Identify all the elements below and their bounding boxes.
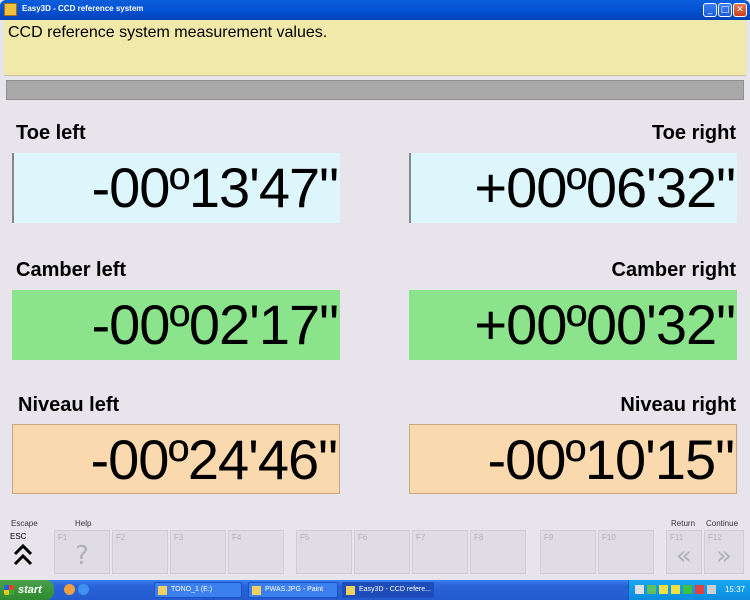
return-caption: Return: [671, 519, 696, 528]
tray-icon[interactable]: [635, 585, 644, 594]
folder-icon: [158, 586, 167, 595]
continue-caption: Continue: [706, 519, 739, 528]
f3-label: F3: [174, 533, 184, 542]
window-title: Easy3D - CCD reference system: [22, 4, 144, 13]
task-label: PWAS.JPG - Paint: [265, 586, 324, 593]
tray-icon[interactable]: [647, 585, 656, 594]
start-button[interactable]: start: [0, 580, 54, 600]
firefox-icon[interactable]: [64, 584, 75, 595]
task-label: Easy3D - CCD refere...: [359, 586, 431, 593]
toe-left-label: Toe left: [16, 122, 86, 144]
tray-icon[interactable]: [683, 585, 692, 594]
taskbar-item-easy3d[interactable]: Easy3D - CCD refere...: [342, 582, 434, 598]
help-icon: ?: [75, 541, 89, 571]
niveau-right-label: Niveau right: [620, 394, 736, 416]
f8-label: F8: [474, 533, 484, 542]
toe-left-value: -00º13'47": [12, 153, 340, 223]
double-chevron-right-icon: »: [716, 541, 732, 571]
tray-icon[interactable]: [659, 585, 668, 594]
f5-label: F5: [300, 533, 310, 542]
niveau-left-label: Niveau left: [18, 394, 120, 416]
toe-right-value: +00º06'32": [409, 153, 737, 223]
speaker-icon[interactable]: [707, 585, 716, 594]
taskbar-item-tono[interactable]: TONO_1 (E:): [154, 582, 242, 598]
tray-icon[interactable]: [671, 585, 680, 594]
f6-button[interactable]: F6: [354, 530, 410, 574]
camber-right-label: Camber right: [611, 259, 736, 281]
clock: 15:37: [724, 585, 745, 594]
easy3d-icon: [346, 586, 355, 595]
taskbar-item-paint[interactable]: PWAS.JPG - Paint: [248, 582, 338, 598]
escape-caption: Escape: [11, 519, 38, 528]
f12-continue-button[interactable]: F12 »: [704, 530, 744, 574]
minimize-button[interactable]: _: [703, 3, 717, 17]
niveau-left-value: -00º24'46": [12, 424, 340, 494]
paint-icon: [252, 586, 261, 595]
camber-right-value: +00º00'32": [409, 290, 737, 360]
f1-help-button[interactable]: F1 ?: [54, 530, 110, 574]
f9-button[interactable]: F9: [540, 530, 596, 574]
f5-button[interactable]: F5: [296, 530, 352, 574]
status-bar: [6, 80, 744, 100]
windows-logo-icon: [4, 585, 14, 595]
f2-button[interactable]: F2: [112, 530, 168, 574]
escape-button[interactable]: ESC: [6, 530, 48, 574]
app-icon: [4, 3, 17, 16]
taskbar: start TONO_1 (E:) PWAS.JPG - Paint Easy3…: [0, 580, 750, 600]
task-label: TONO_1 (E:): [171, 586, 213, 593]
f9-label: F9: [544, 533, 554, 542]
f3-button[interactable]: F3: [170, 530, 226, 574]
help-caption: Help: [75, 519, 92, 528]
ie-icon[interactable]: [78, 584, 89, 595]
maximize-button[interactable]: □: [718, 3, 732, 17]
camber-left-label: Camber left: [16, 259, 127, 281]
camber-left-value: -00º02'17": [12, 290, 340, 360]
f6-label: F6: [358, 533, 368, 542]
title-bar: Easy3D - CCD reference system _ □ ✕: [0, 0, 750, 20]
f7-label: F7: [416, 533, 426, 542]
start-label: start: [18, 584, 42, 596]
f4-button[interactable]: F4: [228, 530, 284, 574]
system-tray: 15:37: [628, 580, 750, 600]
f8-button[interactable]: F8: [470, 530, 526, 574]
f4-label: F4: [232, 533, 242, 542]
double-chevron-left-icon: «: [676, 541, 692, 571]
message-panel: CCD reference system measurement values.: [4, 20, 746, 76]
f7-button[interactable]: F7: [412, 530, 468, 574]
close-button[interactable]: ✕: [733, 3, 747, 17]
toe-right-label: Toe right: [651, 122, 736, 144]
f11-return-button[interactable]: F11 «: [666, 530, 702, 574]
f10-button[interactable]: F10: [598, 530, 654, 574]
esc-key-label: ESC: [10, 532, 27, 541]
niveau-right-value: -00º10'15": [409, 424, 737, 494]
f10-label: F10: [602, 533, 616, 542]
tray-icon[interactable]: [695, 585, 704, 594]
double-chevron-up-icon: [13, 543, 33, 566]
f2-label: F2: [116, 533, 126, 542]
message-text: CCD reference system measurement values.: [8, 24, 328, 41]
